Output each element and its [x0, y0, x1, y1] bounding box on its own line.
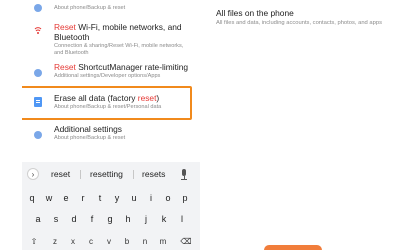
erase-button[interactable] [264, 245, 322, 250]
search-results-list: About phone/Backup & reset Reset Wi-Fi, … [22, 0, 200, 160]
key-e[interactable]: e [58, 190, 74, 206]
result-title-rest: ShortcutManager rate-limiting [75, 62, 189, 72]
key-g[interactable]: g [102, 211, 118, 227]
key-q[interactable]: q [24, 190, 40, 206]
dot-icon [32, 67, 44, 79]
suggestion-divider [80, 170, 81, 179]
reset-network-icon [32, 26, 44, 38]
key-y[interactable]: y [109, 190, 125, 206]
result-title: Reset Wi-Fi, mobile networks, and Blueto… [54, 22, 194, 42]
suggestion-3[interactable]: resets [142, 168, 165, 180]
shift-key-icon[interactable]: ⇧ [26, 236, 42, 246]
keyboard-row-3: ⇧ z x c v b n m ⌫ [22, 236, 200, 248]
key-n[interactable]: n [138, 236, 152, 246]
key-w[interactable]: w [41, 190, 57, 206]
result-subtitle: About phone/Backup & reset [54, 5, 126, 11]
section-title: All files on the phone [216, 8, 294, 18]
key-l[interactable]: l [174, 211, 190, 227]
dot-icon [32, 129, 44, 141]
settings-search-screen: About phone/Backup & reset Reset Wi-Fi, … [22, 0, 200, 250]
search-result-shortcutmanager[interactable]: Reset ShortcutManager rate-limiting Addi… [22, 62, 200, 84]
key-b[interactable]: b [120, 236, 134, 246]
suggestion-2[interactable]: resetting [90, 168, 123, 180]
key-t[interactable]: t [92, 190, 108, 206]
result-title: Reset ShortcutManager rate-limiting [54, 62, 194, 72]
keyboard-row-2: a s d f g h j k l [22, 211, 200, 227]
result-title [54, 0, 194, 4]
on-screen-keyboard: › reset resetting resets q w e r t y u i… [22, 162, 200, 250]
keyboard-row-1: q w e r t y u i o p [22, 190, 200, 206]
key-r[interactable]: r [75, 190, 91, 206]
result-subtitle: Connection & sharing/Reset Wi-Fi, mobile… [54, 43, 184, 56]
key-a[interactable]: a [30, 211, 46, 227]
key-i[interactable]: i [143, 190, 159, 206]
key-j[interactable]: j [138, 211, 154, 227]
chevron-right-icon[interactable]: › [27, 168, 39, 180]
result-title-highlight: Reset [54, 22, 76, 32]
suggestion-divider [133, 170, 134, 179]
key-x[interactable]: x [66, 236, 80, 246]
microphone-icon[interactable] [180, 169, 188, 180]
suggestion-1[interactable]: reset [51, 168, 70, 180]
key-m[interactable]: m [156, 236, 170, 246]
result-subtitle: Additional settings/Developer options/Ap… [54, 73, 161, 79]
key-s[interactable]: s [48, 211, 64, 227]
key-c[interactable]: c [84, 236, 98, 246]
key-v[interactable]: v [102, 236, 116, 246]
key-d[interactable]: d [66, 211, 82, 227]
key-z[interactable]: z [48, 236, 62, 246]
key-u[interactable]: u [126, 190, 142, 206]
section-description: All files and data, including accounts, … [216, 20, 382, 26]
backspace-icon[interactable]: ⌫ [178, 236, 194, 246]
result-subtitle: About phone/Backup & reset [54, 135, 126, 141]
backup-icon [32, 2, 44, 14]
erase-data-screen: All files on the phone All files and dat… [206, 0, 400, 250]
key-k[interactable]: k [156, 211, 172, 227]
search-result-backup-reset[interactable]: About phone/Backup & reset [22, 0, 200, 16]
highlight-frame [22, 86, 192, 120]
key-p[interactable]: p [177, 190, 193, 206]
key-h[interactable]: h [120, 211, 136, 227]
search-result-additional-settings[interactable]: Additional settings About phone/Backup &… [22, 124, 200, 148]
key-f[interactable]: f [84, 211, 100, 227]
result-title-highlight: Reset [54, 62, 76, 72]
suggestion-bar: › reset resetting resets [22, 166, 200, 182]
search-result-reset-network[interactable]: Reset Wi-Fi, mobile networks, and Blueto… [22, 22, 200, 56]
result-title: Additional settings [54, 124, 122, 134]
key-o[interactable]: o [160, 190, 176, 206]
